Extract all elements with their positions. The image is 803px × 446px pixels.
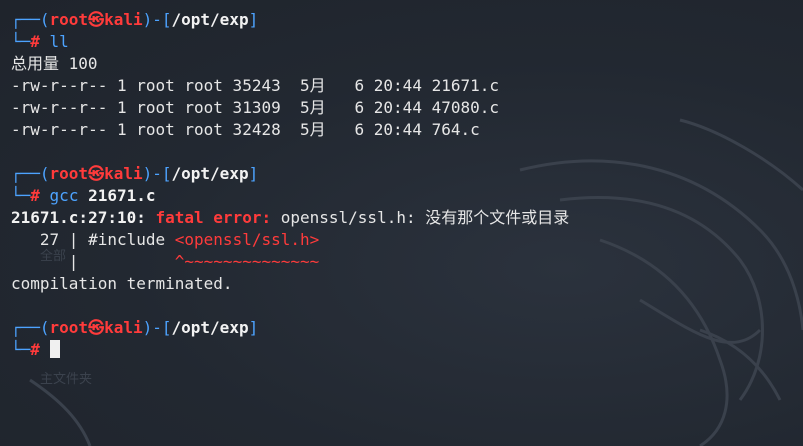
prompt-symbol: #: [30, 340, 40, 359]
prompt-frame-mid: )-[: [142, 10, 172, 29]
error-line: 21671.c:27:10: fatal error: openssl/ssl.…: [11, 207, 803, 229]
prompt-line: ┌──(root㉿kali)-[/opt/exp]: [11, 317, 803, 339]
prompt-frame-end: ]: [248, 10, 259, 29]
terminal-output: ┌──(root㉿kali)-[/opt/exp] └─# ll 总用量 100…: [11, 9, 803, 361]
source-line: 27 | #include <openssl/ssl.h>: [11, 229, 803, 251]
caret-marker: ^~~~~~~~~~~~~~~: [174, 252, 320, 271]
ghost-label-2: 主文件夹: [40, 372, 93, 387]
prompt-frame-top: ┌──(: [11, 164, 50, 183]
command-line: └─# ll: [11, 31, 803, 53]
source-code: #include: [88, 230, 175, 249]
command-line-active[interactable]: └─#: [11, 339, 803, 361]
error-message: openssl/ssl.h: 没有那个文件或目录: [280, 208, 570, 227]
prompt-user: root: [49, 318, 89, 337]
prompt-user: root: [49, 164, 89, 183]
compilation-terminated: compilation terminated.: [11, 274, 233, 293]
prompt-host: kali: [104, 10, 143, 29]
prompt-frame-bottom: └─: [11, 186, 31, 205]
prompt-line: ┌──(root㉿kali)-[/opt/exp]: [11, 9, 803, 31]
prompt-symbol: #: [30, 186, 40, 205]
error-location: 21671.c:27:10:: [11, 208, 146, 227]
caret-gutter: |: [11, 252, 89, 271]
ls-file-row: -rw-r--r-- 1 root root 31309 5月 6 20:44 …: [11, 98, 500, 117]
ls-file-row: -rw-r--r-- 1 root root 35243 5月 6 20:44 …: [11, 76, 500, 95]
prompt-path: /opt/exp: [171, 10, 249, 29]
command-line: └─# gcc 21671.c: [11, 185, 803, 207]
caret-pad: [88, 252, 175, 271]
ls-total: 总用量 100: [11, 54, 98, 73]
prompt-frame-mid: )-[: [142, 318, 172, 337]
prompt-symbol: #: [30, 32, 40, 51]
prompt-line: ┌──(root㉿kali)-[/opt/exp]: [11, 163, 803, 185]
prompt-frame-end: ]: [248, 164, 259, 183]
source-line-number: 27 |: [11, 230, 89, 249]
prompt-at-icon: ㉿: [88, 10, 105, 29]
prompt-at-icon: ㉿: [88, 164, 105, 183]
prompt-frame-top: ┌──(: [11, 10, 50, 29]
command-text: gcc: [49, 186, 79, 205]
prompt-path: /opt/exp: [171, 318, 249, 337]
prompt-frame-end: ]: [248, 318, 259, 337]
prompt-frame-bottom: └─: [11, 32, 31, 51]
prompt-frame-bottom: └─: [11, 340, 31, 359]
source-highlight: <openssl/ssl.h>: [174, 230, 320, 249]
terminal-window[interactable]: 全部 主文件夹 ┌──(root㉿kali)-[/opt/exp] └─# ll…: [0, 0, 803, 446]
ls-file-row: -rw-r--r-- 1 root root 32428 5月 6 20:44 …: [11, 120, 480, 139]
prompt-frame-top: ┌──(: [11, 318, 50, 337]
prompt-at-icon: ㉿: [88, 318, 105, 337]
prompt-host: kali: [104, 318, 143, 337]
prompt-user: root: [49, 10, 89, 29]
command-text: ll: [49, 32, 69, 51]
prompt-frame-mid: )-[: [142, 164, 172, 183]
prompt-host: kali: [104, 164, 143, 183]
caret-line: | ^~~~~~~~~~~~~~~: [11, 251, 803, 273]
error-fatal-label: fatal error:: [155, 208, 272, 227]
prompt-path: /opt/exp: [171, 164, 249, 183]
command-argument: 21671.c: [88, 186, 156, 205]
text-cursor[interactable]: [49, 340, 60, 358]
